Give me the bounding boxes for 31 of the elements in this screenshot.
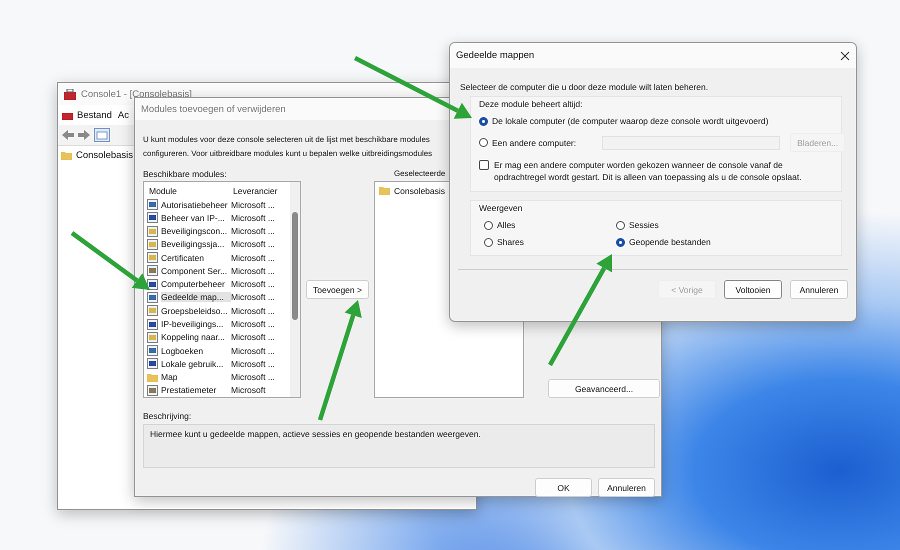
radio-label: Shares — [497, 237, 524, 247]
radio-label: Sessies — [629, 220, 659, 230]
vendor-cell-text: Microsoft ... — [231, 292, 276, 302]
dialog-title: Modules toevoegen of verwijderen — [141, 104, 286, 114]
dialog-title: Gedeelde mappen — [456, 50, 534, 61]
vendor-cell-text: Microsoft ... — [231, 332, 276, 342]
vendor-cell-text: Microsoft — [231, 385, 266, 396]
radio-label: Een andere computer: — [492, 138, 576, 148]
radio-label: Geopende bestanden — [629, 237, 711, 247]
radio-label: De lokale computer (de computer waarop deze console wordt uitgevoerd) — [492, 116, 768, 126]
vendor-cell-text: Microsoft ... — [231, 279, 276, 290]
vendor-cell-text: Microsoft ... — [231, 346, 276, 356]
description-label: Beschrijving: — [143, 411, 192, 421]
vendor-cell-text: Microsoft ... — [231, 200, 276, 210]
vendor-cell-text: Microsoft ... — [231, 372, 276, 382]
prompt-text: Selecteer de computer die u door deze module wilt laten beheren. — [460, 82, 710, 92]
vendor-cell-text: Microsoft ... — [231, 226, 276, 236]
list-label: Beschikbare modules: — [143, 169, 228, 179]
vendor-cell-text: Microsoft ... — [231, 239, 276, 250]
group-label: Weergeven — [479, 203, 524, 213]
radio-label: Alles — [497, 220, 516, 230]
vendor-cell-text: Microsoft ... — [231, 266, 276, 276]
description-text: Hiermee kunt u gedeelde mappen, actieve sessies en geopende bestanden weergeven. — [150, 429, 481, 439]
vendor-cell-text: Microsoft ... — [231, 358, 276, 369]
window-title: Console1 - [Consolebasis] — [81, 88, 192, 100]
vendor-cell-text: Microsoft ... — [231, 306, 276, 316]
vendor-cell-text: Microsoft ... — [231, 252, 276, 263]
vendor-cell-text: Microsoft ... — [231, 319, 276, 330]
checkbox-label: Er mag een andere computer worden gekozen wanneer de console vanaf de opdrachtregel wordt gestart. Dit is alleen van toepassing als u de console opslaat. — [494, 159, 803, 183]
vendor-cell-text: Microsoft ... — [231, 212, 276, 223]
group-label: Deze module beheert altijd: — [479, 99, 584, 109]
